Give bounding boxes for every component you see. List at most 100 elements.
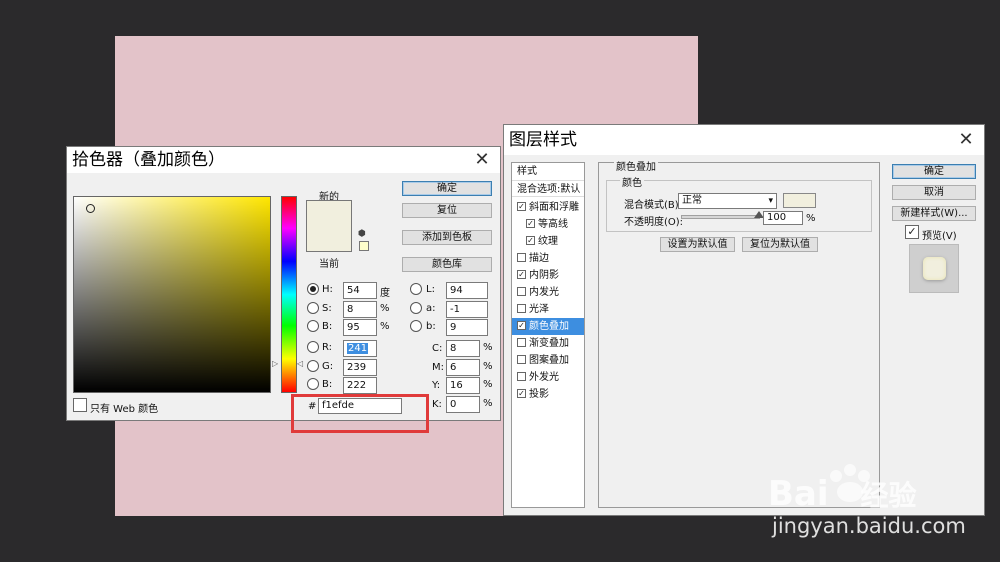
lightness-input[interactable]: 94	[446, 282, 488, 299]
style-item-texture[interactable]: ✓ 纹理	[512, 233, 584, 250]
blend-mode-label: 混合模式(B):	[624, 200, 683, 211]
add-to-swatches-button[interactable]: 添加到色板	[402, 230, 492, 245]
current-color-swatch[interactable]	[306, 226, 352, 252]
new-style-button[interactable]: 新建样式(W)...	[892, 206, 976, 221]
brightness-input[interactable]: 95	[343, 319, 377, 336]
lightness-label: L:	[426, 284, 435, 295]
opacity-unit: %	[806, 213, 816, 224]
ok-button[interactable]: 确定	[892, 164, 976, 179]
saturation-input[interactable]: 8	[343, 301, 377, 318]
reset-button[interactable]: 复位	[402, 203, 492, 218]
ok-button[interactable]: 确定	[402, 181, 492, 196]
color-libraries-button[interactable]: 颜色库	[402, 257, 492, 272]
saturation-radio[interactable]	[307, 302, 319, 314]
outer-glow-checkbox[interactable]	[517, 371, 526, 381]
style-item-gradient-overlay[interactable]: 渐变叠加	[512, 335, 584, 352]
hue-label: H:	[322, 284, 333, 295]
style-item-bevel[interactable]: ✓ 斜面和浮雕	[512, 199, 584, 216]
a-channel-input[interactable]: -1	[446, 301, 488, 318]
black-unit: %	[483, 398, 493, 409]
green-label: G:	[322, 361, 334, 372]
style-item-contour[interactable]: ✓ 等高线	[512, 216, 584, 233]
set-default-button[interactable]: 设置为默认值	[660, 237, 735, 252]
watermark-brand-cn: 经验	[860, 479, 917, 512]
green-input[interactable]: 239	[343, 359, 377, 376]
inner-shadow-checkbox[interactable]: ✓	[517, 269, 526, 279]
close-icon[interactable]: ✕	[472, 150, 492, 170]
style-item-drop-shadow[interactable]: ✓ 投影	[512, 386, 584, 403]
blue-radio[interactable]	[307, 378, 319, 390]
yellow-input[interactable]: 16	[446, 377, 480, 394]
color-group-title: 颜色	[620, 174, 644, 189]
hue-slider[interactable]	[281, 196, 297, 393]
cube-icon[interactable]: ⬢	[358, 229, 366, 239]
style-item-outer-glow[interactable]: 外发光	[512, 369, 584, 386]
gradient-overlay-checkbox[interactable]	[517, 337, 526, 347]
web-only-checkbox[interactable]	[73, 398, 87, 412]
red-input[interactable]: 241	[343, 340, 377, 357]
reset-default-button[interactable]: 复位为默认值	[742, 237, 818, 252]
style-preview-swatch	[923, 257, 946, 280]
hue-slider-left-arrow-icon[interactable]: ▷	[272, 359, 278, 368]
preview-label: 预览(V)	[922, 231, 957, 242]
color-overlay-checkbox[interactable]: ✓	[517, 320, 526, 330]
saturation-brightness-field[interactable]	[73, 196, 271, 393]
b-channel-radio[interactable]	[410, 320, 422, 332]
red-label: R:	[322, 342, 333, 353]
bevel-checkbox[interactable]: ✓	[517, 201, 526, 211]
brightness-radio[interactable]	[307, 320, 319, 332]
layer-style-title: 图层样式	[504, 125, 984, 155]
hue-radio[interactable]	[307, 283, 319, 295]
black-input[interactable]: 0	[446, 396, 480, 413]
satin-checkbox[interactable]	[517, 303, 526, 313]
style-item-label: 图案叠加	[529, 355, 569, 366]
style-item-label: 内阴影	[529, 270, 559, 281]
style-item-pattern-overlay[interactable]: 图案叠加	[512, 352, 584, 369]
style-item-label: 纹理	[538, 236, 558, 247]
red-radio[interactable]	[307, 341, 319, 353]
opacity-slider-track[interactable]	[681, 215, 760, 219]
opacity-input[interactable]: 100	[763, 211, 803, 225]
cyan-input[interactable]: 8	[446, 340, 480, 357]
style-item-label: 斜面和浮雕	[529, 202, 579, 213]
style-item-inner-shadow[interactable]: ✓ 内阴影	[512, 267, 584, 284]
web-only-label: 只有 Web 颜色	[90, 404, 159, 415]
b-channel-input[interactable]: 9	[446, 319, 488, 336]
lightness-radio[interactable]	[410, 283, 422, 295]
chevron-down-icon: ▾	[768, 196, 773, 206]
style-item-label: 内发光	[529, 287, 559, 298]
texture-checkbox[interactable]: ✓	[526, 235, 535, 245]
green-radio[interactable]	[307, 360, 319, 372]
close-icon[interactable]: ✕	[956, 130, 976, 150]
yellow-unit: %	[483, 379, 493, 390]
section-title: 颜色叠加	[614, 158, 658, 173]
inner-glow-checkbox[interactable]	[517, 286, 526, 296]
brightness-label: B:	[322, 321, 333, 332]
pattern-overlay-checkbox[interactable]	[517, 354, 526, 364]
overlay-color-swatch[interactable]	[783, 193, 816, 208]
hue-slider-right-arrow-icon[interactable]: ◁	[297, 359, 303, 368]
stroke-checkbox[interactable]	[517, 252, 526, 262]
drop-shadow-checkbox[interactable]: ✓	[517, 388, 526, 398]
style-item-satin[interactable]: 光泽	[512, 301, 584, 318]
web-safe-swatch[interactable]	[359, 241, 369, 251]
blue-input[interactable]: 222	[343, 377, 377, 394]
style-item-label: 描边	[529, 253, 549, 264]
style-preview-thumbnail	[909, 244, 959, 293]
blend-mode-select[interactable]: 正常 ▾	[678, 193, 777, 209]
style-item-inner-glow[interactable]: 内发光	[512, 284, 584, 301]
color-cursor[interactable]	[86, 204, 95, 213]
blending-options-item[interactable]: 混合选项:默认	[512, 180, 584, 197]
preview-checkbox[interactable]: ✓	[905, 225, 919, 239]
styles-header[interactable]: 样式	[512, 163, 584, 180]
magenta-input[interactable]: 6	[446, 359, 480, 376]
style-item-color-overlay[interactable]: ✓ 颜色叠加	[512, 318, 584, 335]
blend-mode-value: 正常	[682, 195, 702, 206]
magenta-label: M:	[432, 362, 444, 373]
color-picker-title: 拾色器（叠加颜色）	[67, 147, 500, 173]
cancel-button[interactable]: 取消	[892, 185, 976, 200]
a-channel-radio[interactable]	[410, 302, 422, 314]
contour-checkbox[interactable]: ✓	[526, 218, 535, 228]
hue-input[interactable]: 54	[343, 282, 377, 299]
style-item-stroke[interactable]: 描边	[512, 250, 584, 267]
